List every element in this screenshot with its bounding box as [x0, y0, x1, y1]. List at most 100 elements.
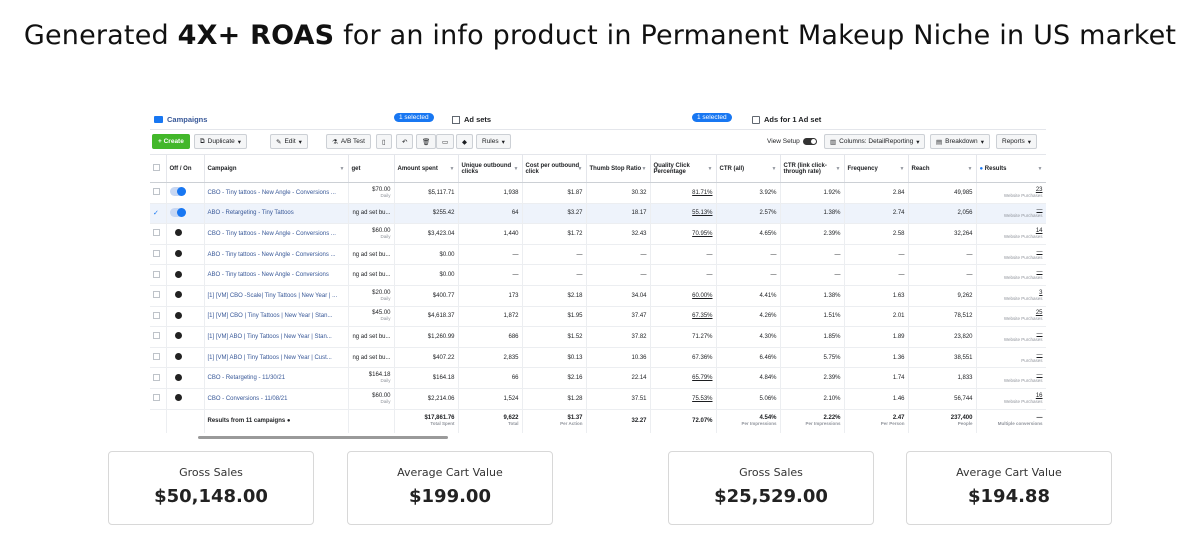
row-select[interactable] — [150, 347, 167, 369]
quality-click-percentage[interactable]: 81.71% — [650, 182, 717, 204]
campaign-name[interactable]: ABO - Retargeting - Tiny Tattoos — [204, 203, 349, 225]
row-toggle[interactable] — [166, 264, 205, 286]
view-setup-toggle[interactable] — [802, 138, 817, 145]
results[interactable]: 14 Website Purchases — [976, 223, 1046, 245]
campaign-name[interactable]: [1] [VM] ABO | Tiny Tattoos | New Year |… — [204, 347, 349, 369]
table-row[interactable]: CBO - Tiny tattoos - New Angle - Convers… — [150, 182, 1046, 204]
off-toggle[interactable] — [174, 250, 182, 258]
preview-button[interactable]: ▭ — [436, 134, 455, 149]
row-checkbox[interactable] — [153, 332, 160, 340]
campaign-name[interactable]: [1] [VM] CBO | Tiny Tattoos | New Year |… — [204, 306, 349, 328]
check-icon[interactable]: ✓ — [153, 210, 159, 217]
select-all-checkbox[interactable] — [150, 154, 167, 183]
campaign-name[interactable]: ABO - Tiny tattoos - New Angle - Convers… — [204, 244, 349, 266]
off-toggle[interactable] — [174, 394, 182, 402]
table-row[interactable]: [1] [VM] ABO | Tiny Tattoos | New Year |… — [150, 347, 1046, 369]
row-checkbox[interactable] — [153, 188, 160, 196]
col-frequency[interactable]: Frequency ▼ — [844, 154, 909, 183]
results[interactable]: — Website Purchases — [976, 264, 1046, 286]
row-checkbox[interactable] — [153, 394, 160, 402]
row-checkbox[interactable] — [153, 373, 160, 381]
row-toggle[interactable] — [166, 285, 205, 307]
row-toggle[interactable] — [166, 182, 205, 204]
ads-tab[interactable]: Ads for 1 Ad set — [752, 115, 821, 124]
row-checkbox[interactable] — [153, 270, 160, 278]
ab-test-button[interactable]: ⚗ A/B Test — [326, 134, 371, 149]
results[interactable]: 25 Website Purchases — [976, 306, 1046, 328]
off-toggle[interactable] — [174, 332, 182, 340]
table-row[interactable]: ABO - Tiny tattoos - New Angle - Convers… — [150, 244, 1046, 266]
row-toggle[interactable] — [166, 244, 205, 266]
table-row[interactable]: [1] [VM] ABO | Tiny Tattoos | New Year |… — [150, 326, 1046, 348]
table-row[interactable]: [1] [VM] CBO | Tiny Tattoos | New Year |… — [150, 306, 1046, 328]
rules-button[interactable]: Rules ▾ — [476, 134, 511, 149]
results[interactable]: — Website Purchases — [976, 244, 1046, 266]
breakdown-button[interactable]: ▤ Breakdown ▾ — [930, 134, 990, 149]
table-row[interactable]: ABO - Tiny tattoos - New Angle - Convers… — [150, 264, 1046, 286]
undo-button[interactable]: ↶ — [396, 134, 414, 149]
row-toggle[interactable] — [166, 388, 205, 410]
row-select[interactable] — [150, 244, 167, 266]
delete-draft-button[interactable]: ▯ — [376, 134, 392, 149]
off-toggle[interactable] — [174, 229, 182, 237]
col-off-on[interactable]: Off / On — [166, 154, 205, 183]
row-select[interactable] — [150, 182, 167, 204]
row-toggle[interactable] — [166, 367, 205, 389]
row-checkbox[interactable] — [153, 291, 160, 299]
row-select[interactable]: ✓ — [150, 203, 167, 225]
row-checkbox[interactable] — [153, 229, 160, 237]
results[interactable]: — Website Purchases — [976, 326, 1046, 348]
quality-click-percentage[interactable]: 65.79% — [650, 367, 717, 389]
col-unique-outbound-clicks[interactable]: Unique outbound clicks ▼ — [458, 154, 523, 183]
col-budget[interactable]: get — [348, 154, 395, 183]
quality-click-percentage[interactable]: 67.35% — [650, 306, 717, 328]
off-toggle[interactable] — [174, 311, 182, 319]
table-row[interactable]: CBO - Conversions - 11/08/21 $60.00 Daily $… — [150, 388, 1046, 410]
row-checkbox[interactable] — [153, 353, 160, 361]
off-toggle[interactable] — [174, 270, 182, 278]
col-thumb-stop-ratio[interactable]: Thumb Stop Ratio ▼ — [586, 154, 651, 183]
results[interactable]: — Website Purchases — [976, 203, 1046, 225]
row-toggle[interactable] — [166, 326, 205, 348]
quality-click-percentage[interactable]: 55.13% — [650, 203, 717, 225]
table-row[interactable]: CBO - Retargeting - 11/30/21 $164.18 Daily… — [150, 367, 1046, 389]
ad-sets-selected-pill[interactable]: 1 selected — [692, 113, 732, 122]
off-toggle[interactable] — [174, 353, 182, 361]
row-select[interactable] — [150, 223, 167, 245]
col-campaign[interactable]: Campaign ▼ — [204, 154, 349, 183]
campaign-name[interactable]: ABO - Tiny tattoos - New Angle - Convers… — [204, 264, 349, 286]
col-ctr-all[interactable]: CTR (all) ▼ — [716, 154, 781, 183]
trash-button[interactable]: 🗑 — [416, 134, 437, 149]
table-row[interactable]: ✓ ABO - Retargeting - Tiny Tattoos ng ad s… — [150, 203, 1046, 225]
row-toggle[interactable] — [166, 306, 205, 328]
row-select[interactable] — [150, 388, 167, 410]
results[interactable]: — Website Purchases — [976, 367, 1046, 389]
campaign-name[interactable]: [1] [VM] CBO -Scale| Tiny Tattoos | New … — [204, 285, 349, 307]
row-checkbox[interactable] — [153, 250, 160, 258]
duplicate-button[interactable]: ⧉ Duplicate ▾ — [194, 134, 248, 149]
col-reach[interactable]: Reach ▼ — [908, 154, 977, 183]
row-toggle[interactable] — [166, 223, 205, 245]
results[interactable]: 23 Website Purchases — [976, 182, 1046, 204]
row-toggle[interactable] — [166, 203, 205, 225]
row-checkbox[interactable] — [153, 311, 160, 319]
col-results[interactable]: ● Results ▼ — [976, 154, 1046, 183]
row-toggle[interactable] — [166, 347, 205, 369]
row-select[interactable] — [150, 326, 167, 348]
results[interactable]: 16 Website Purchases — [976, 388, 1046, 410]
campaign-name[interactable]: [1] [VM] ABO | Tiny Tattoos | New Year |… — [204, 326, 349, 348]
off-toggle[interactable] — [174, 291, 182, 299]
off-toggle[interactable] — [174, 373, 182, 381]
campaign-name[interactable]: CBO - Tiny tattoos - New Angle - Convers… — [204, 223, 349, 245]
columns-button[interactable]: ▥ Columns: DetailReporting ▾ — [824, 134, 926, 149]
ad-sets-tab[interactable]: Ad sets — [452, 115, 491, 124]
horizontal-scrollbar[interactable] — [198, 436, 448, 439]
campaigns-tab[interactable]: Campaigns — [154, 115, 207, 124]
row-select[interactable] — [150, 367, 167, 389]
campaign-name[interactable]: CBO - Retargeting - 11/30/21 — [204, 367, 349, 389]
quality-click-percentage[interactable]: 70.95% — [650, 223, 717, 245]
results[interactable]: 3 Website Purchases — [976, 285, 1046, 307]
col-amount-spent[interactable]: Amount spent ▼ — [394, 154, 459, 183]
campaign-name[interactable]: CBO - Conversions - 11/08/21 — [204, 388, 349, 410]
campaign-name[interactable]: CBO - Tiny tattoos - New Angle - Convers… — [204, 182, 349, 204]
